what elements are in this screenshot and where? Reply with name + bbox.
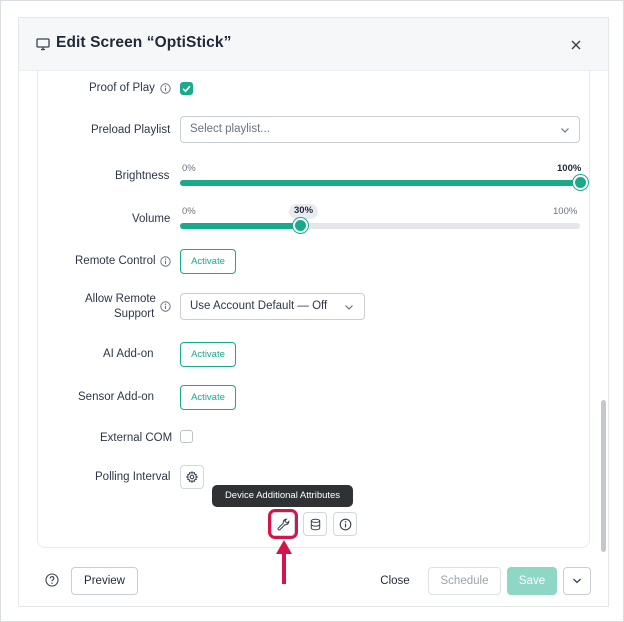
- preload-playlist-select[interactable]: Select playlist...: [180, 116, 580, 143]
- polling-interval-label: Polling Interval: [95, 471, 171, 483]
- save-button[interactable]: Save: [507, 567, 557, 595]
- volume-slider-thumb[interactable]: [292, 218, 308, 233]
- more-options-button[interactable]: [563, 567, 591, 595]
- ai-addon-activate-button[interactable]: Activate: [180, 342, 236, 367]
- gear-icon: [186, 471, 198, 483]
- help-icon[interactable]: [45, 573, 59, 587]
- info-icon: [339, 518, 352, 531]
- volume-label: Volume: [132, 213, 171, 225]
- info-icon: [160, 256, 171, 267]
- database-button[interactable]: [303, 512, 327, 536]
- allow-remote-support-label-line1: Allow Remote: [85, 293, 156, 305]
- highlight-box: [268, 509, 298, 539]
- proof-of-play-checkbox[interactable]: [180, 82, 193, 95]
- brightness-slider-fill: [180, 180, 580, 186]
- brightness-min-label: 0%: [182, 163, 196, 174]
- volume-slider-fill: [180, 223, 300, 229]
- window-frame: Edit Screen “OptiStick” Proof of Play Pr…: [0, 0, 624, 622]
- volume-slider[interactable]: [180, 223, 580, 229]
- preload-playlist-label: Preload Playlist: [91, 124, 171, 136]
- monitor-icon: [36, 38, 50, 51]
- schedule-button[interactable]: Schedule: [428, 567, 501, 595]
- device-attributes-tooltip: Device Additional Attributes: [212, 485, 353, 507]
- dialog-footer: Preview Close Schedule Save: [19, 556, 608, 608]
- allow-remote-support-select[interactable]: Use Account Default — Off: [180, 293, 365, 320]
- close-button[interactable]: Close: [371, 567, 419, 595]
- preload-playlist-placeholder: Select playlist...: [190, 123, 270, 135]
- chevron-down-icon: [573, 578, 581, 584]
- brightness-label: Brightness: [115, 170, 170, 182]
- volume-max-label: 100%: [553, 206, 578, 217]
- dialog-header: Edit Screen “OptiStick”: [19, 18, 608, 71]
- preview-button[interactable]: Preview: [71, 567, 138, 595]
- brightness-slider-thumb[interactable]: [572, 175, 588, 190]
- dialog-title: Edit Screen “OptiStick”: [56, 34, 232, 51]
- vertical-scrollbar[interactable]: [601, 400, 606, 552]
- dialog-body: Proof of Play Preload Playlist Select pl…: [19, 71, 608, 556]
- remote-control-label: Remote Control: [75, 255, 156, 267]
- sensor-addon-label: Sensor Add-on: [78, 391, 155, 403]
- volume-min-label: 0%: [182, 206, 196, 217]
- external-com-label: External COM: [100, 432, 173, 444]
- remote-control-activate-button[interactable]: Activate: [180, 249, 236, 274]
- polling-interval-settings-button[interactable]: [180, 465, 204, 489]
- sensor-addon-activate-button[interactable]: Activate: [180, 385, 236, 410]
- info-icon: [160, 83, 171, 94]
- brightness-slider[interactable]: [180, 180, 580, 186]
- info-icon: [160, 301, 171, 312]
- database-icon: [310, 518, 321, 531]
- brightness-max-label: 100%: [557, 163, 582, 174]
- check-icon: [182, 85, 191, 93]
- proof-of-play-label: Proof of Play: [89, 82, 155, 94]
- chevron-down-icon: [345, 305, 353, 310]
- info-button[interactable]: [333, 512, 357, 536]
- close-icon[interactable]: [569, 38, 583, 52]
- edit-screen-dialog: Edit Screen “OptiStick” Proof of Play Pr…: [18, 17, 609, 607]
- volume-value-badge: 30%: [289, 204, 319, 219]
- allow-remote-support-label-line2: Support: [114, 308, 155, 320]
- ai-addon-label: AI Add-on: [103, 348, 154, 360]
- allow-remote-support-value: Use Account Default — Off: [190, 300, 328, 312]
- external-com-checkbox[interactable]: [180, 430, 193, 443]
- chevron-down-icon: [561, 128, 569, 133]
